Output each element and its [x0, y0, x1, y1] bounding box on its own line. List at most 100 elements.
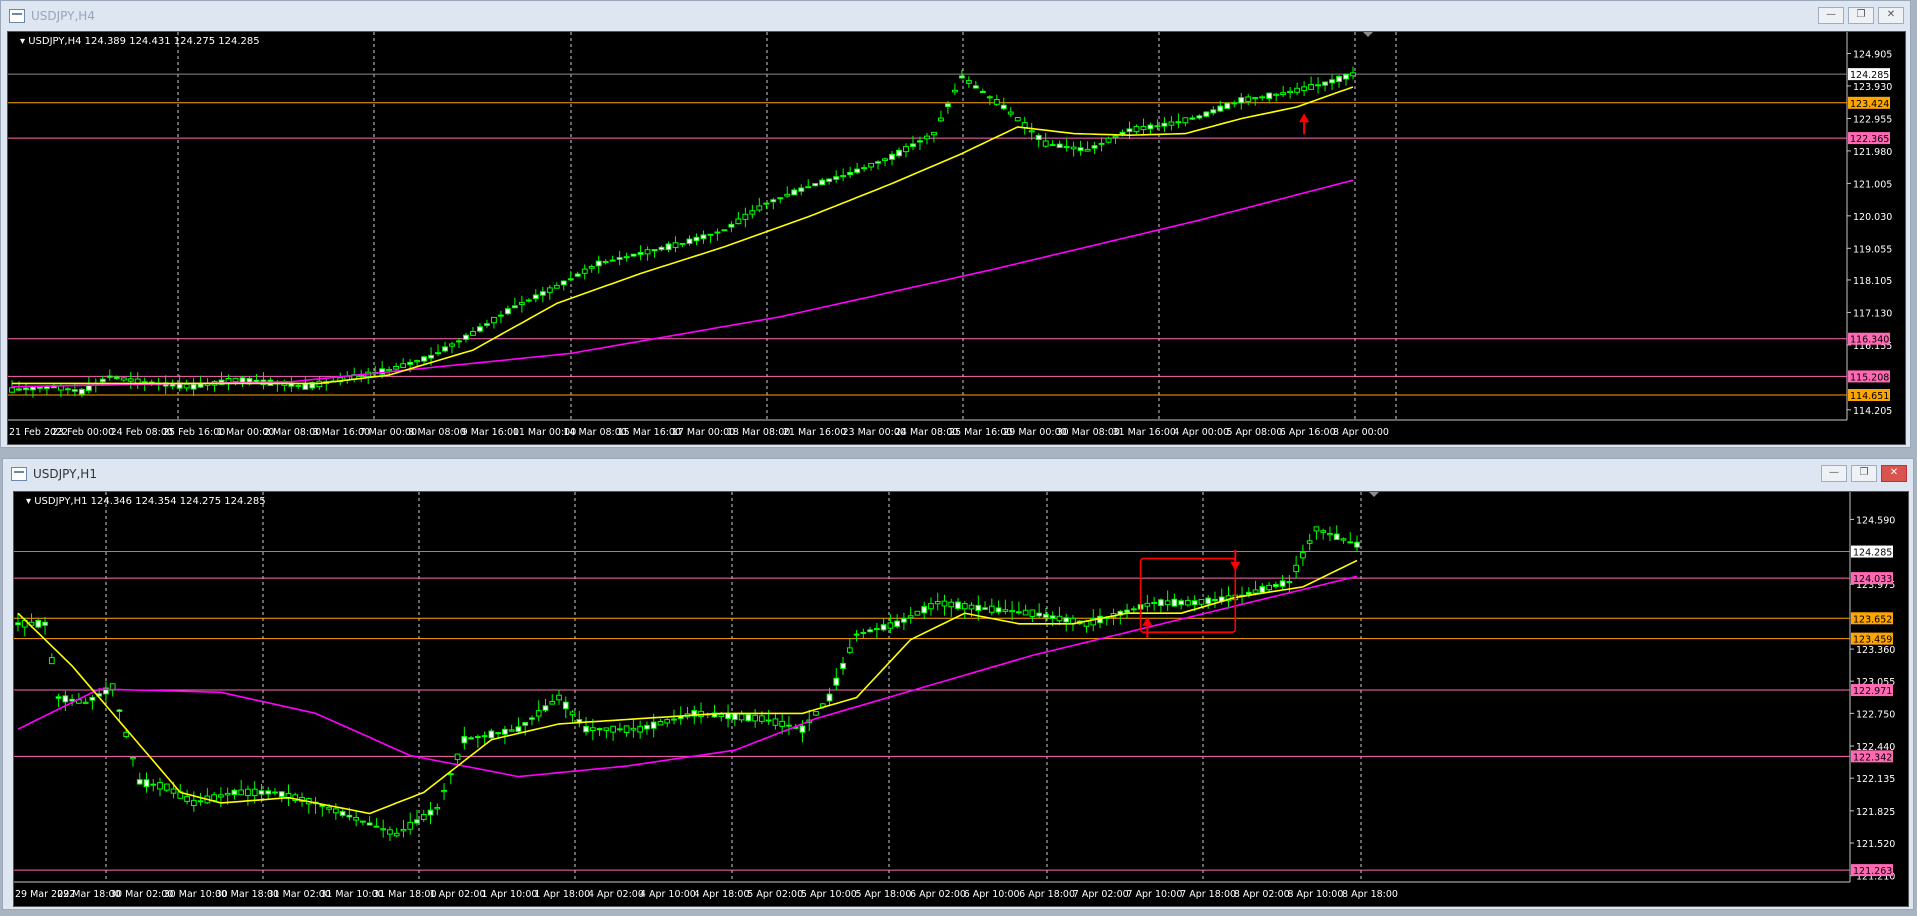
chart-window-h1[interactable]: USDJPY,H1 — ❐ ✕ ▾ USDJPY,H1 124.346 124.… [2, 458, 1914, 910]
candle-body [896, 149, 902, 157]
time-tick-label: 31 Mar 16:00 [1113, 427, 1176, 438]
candle-body [1266, 584, 1272, 591]
close-button[interactable]: ✕ [1878, 7, 1904, 24]
candle-body [258, 790, 265, 795]
candle-body [930, 131, 937, 136]
restore-button[interactable]: ❐ [1848, 7, 1874, 24]
candle-body [1049, 615, 1056, 619]
candle-body [23, 387, 29, 391]
candle-body [245, 788, 251, 797]
candle-body [1308, 84, 1315, 90]
candle-body [735, 218, 742, 225]
time-tick-label: 8 Apr 02:00 [1234, 889, 1290, 900]
candle-body [840, 175, 847, 178]
candle-body [1266, 92, 1273, 100]
chart-shift-marker [1369, 492, 1379, 497]
candle-body [170, 788, 177, 794]
candle-body [393, 832, 400, 837]
candle-body [71, 389, 78, 392]
candle-body [157, 782, 163, 790]
candle-body [880, 624, 887, 631]
candle-body [515, 726, 522, 732]
candle-body [1293, 564, 1300, 573]
time-tick-label: 7 Apr 10:00 [1126, 889, 1182, 900]
candlestick-chart-h1[interactable]: ▾ USDJPY,H1 124.346 124.354 124.275 124.… [14, 492, 1908, 906]
candle-body [553, 284, 560, 289]
candle-body [813, 711, 819, 716]
up-arrow-icon [1299, 113, 1310, 123]
time-tick-label: 1 Apr 10:00 [482, 889, 538, 900]
close-button[interactable]: ✕ [1881, 465, 1907, 482]
candle-body [672, 242, 679, 249]
candle-body [1161, 122, 1168, 127]
time-tick-label: 4 Apr 00:00 [1173, 427, 1229, 438]
price-level-label: 123.652 [1853, 614, 1892, 625]
candle-body [882, 158, 888, 161]
candle-body [184, 796, 190, 802]
candle-body [630, 727, 637, 731]
candle-body [127, 378, 134, 382]
price-tick-label: 121.825 [1856, 807, 1895, 818]
price-level-label: 115.208 [1850, 372, 1889, 383]
candle-body [1130, 608, 1137, 611]
time-tick-label: 8 Mar 08:00 [408, 427, 465, 438]
time-tick-label: 21 Mar 16:00 [783, 427, 846, 438]
candle-body [650, 721, 657, 729]
candle-body [1168, 121, 1175, 126]
candle-body [302, 383, 309, 390]
candle-body [1313, 526, 1320, 532]
time-tick-label: 30 Mar 08:00 [1057, 427, 1120, 438]
candle-body [1300, 552, 1306, 559]
candle-body [721, 229, 728, 232]
candle-body [873, 628, 880, 631]
time-tick-label: 17 Mar 00:00 [672, 427, 735, 438]
candle-body [106, 375, 113, 378]
candle-body [686, 238, 693, 244]
candle-body [360, 820, 366, 823]
chart-area-h4[interactable]: ▾ USDJPY,H4 124.389 124.431 124.275 124.… [7, 31, 1906, 445]
candle-body [1016, 611, 1022, 614]
price-level-label: 124.285 [1853, 548, 1892, 559]
candle-body [542, 705, 549, 711]
candle-body [387, 829, 393, 835]
candle-body [1056, 615, 1063, 622]
chart-area-h1[interactable]: ▾ USDJPY,H1 124.346 124.354 124.275 124.… [13, 491, 1909, 907]
window-titlebar[interactable]: USDJPY,H1 — ❐ ✕ [3, 459, 1913, 489]
candle-body [1144, 602, 1151, 607]
time-tick-label: 4 Apr 18:00 [694, 889, 750, 900]
candle-body [979, 90, 986, 94]
chart-window-h4[interactable]: USDJPY,H4 — ❐ ✕ ▾ USDJPY,H4 124.389 124.… [0, 0, 1911, 448]
price-tick-label: 121.980 [1853, 147, 1892, 158]
candle-body [875, 161, 882, 164]
candle-body [556, 694, 562, 701]
candle-body [1133, 126, 1140, 133]
time-tick-label: 9 Mar 16:00 [462, 427, 519, 438]
candle-body [1007, 111, 1014, 115]
candle-body [400, 828, 407, 832]
minimize-button[interactable]: — [1818, 7, 1844, 24]
candle-body [130, 756, 136, 760]
candle-body [1280, 92, 1287, 96]
candle-body [1158, 599, 1164, 607]
candle-body [468, 737, 474, 740]
candle-body [1259, 586, 1266, 593]
window-titlebar[interactable]: USDJPY,H4 — ❐ ✕ [1, 1, 1910, 31]
candle-body [454, 753, 461, 761]
candle-body [718, 713, 725, 717]
restore-button[interactable]: ❐ [1851, 465, 1877, 482]
candle-body [535, 710, 542, 717]
candle-body [447, 773, 454, 776]
candle-body [1252, 97, 1259, 100]
candle-body [428, 354, 435, 359]
candle-body [449, 343, 455, 347]
price-level-label: 122.342 [1853, 752, 1892, 763]
minimize-button[interactable]: — [1821, 465, 1847, 482]
candle-body [569, 711, 576, 716]
candlestick-chart-h4[interactable]: ▾ USDJPY,H4 124.389 124.431 124.275 124.… [8, 32, 1905, 444]
candle-body [1294, 87, 1301, 93]
candle-body [69, 698, 75, 702]
candle-body [637, 725, 644, 733]
candle-body [434, 807, 441, 810]
price-level-label: 123.424 [1850, 99, 1889, 110]
candle-body [961, 603, 968, 610]
